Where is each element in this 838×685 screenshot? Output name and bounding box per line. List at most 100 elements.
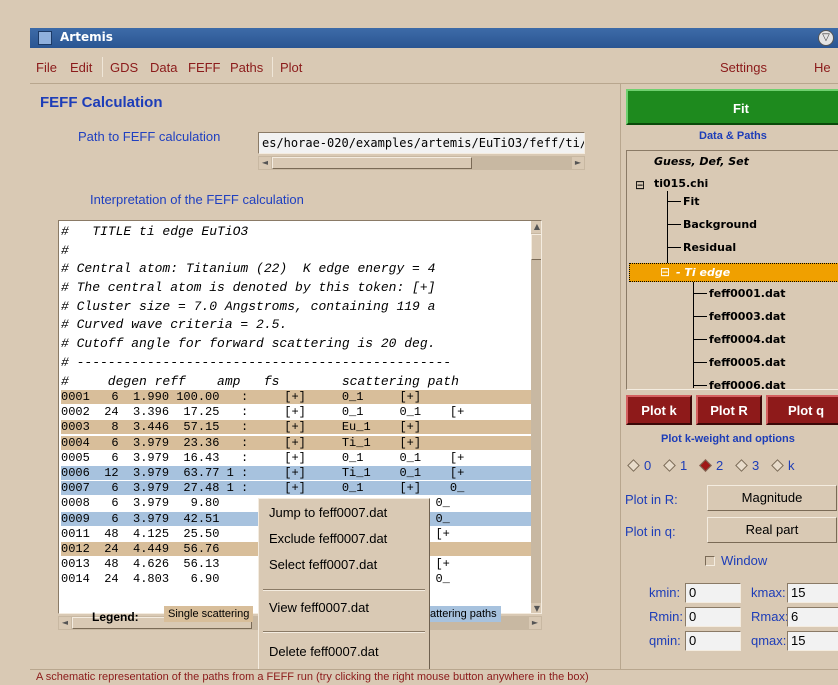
kweight-value: 3: [752, 458, 760, 473]
scrollbar-thumb[interactable]: [531, 234, 541, 260]
header-line: # --------------------------------------…: [61, 354, 452, 370]
qmax-field[interactable]: 15: [787, 631, 838, 651]
path-row[interactable]: 0006 12 3.979 63.77 1 : [+] Ti_1 0_1 [+: [61, 466, 531, 480]
interpretation-label: Interpretation of the FEFF calculation: [90, 192, 304, 207]
plot-in-q-value: Real part: [745, 522, 799, 537]
scroll-left-icon[interactable]: ◄: [59, 617, 71, 629]
path-row[interactable]: 0001 6 1.990 100.00 : [+] 0_1 [+]: [61, 390, 531, 404]
tree-item-fit[interactable]: Fit: [683, 195, 700, 208]
qmin-field[interactable]: 0: [685, 631, 741, 651]
menu-plot[interactable]: Plot: [280, 60, 302, 75]
plot-in-q-label: Plot in q:: [625, 524, 676, 539]
scroll-down-icon[interactable]: ▼: [531, 603, 541, 613]
menu-gds[interactable]: GDS: [110, 60, 138, 75]
kweight-radio-k[interactable]: k: [771, 458, 795, 473]
menu-item-delete[interactable]: Delete feff0007.dat: [269, 644, 379, 659]
plot-in-r-menu[interactable]: Magnitude: [707, 485, 837, 511]
scrollbar-thumb[interactable]: [272, 157, 472, 169]
menu-item-view[interactable]: View feff0007.dat: [269, 600, 369, 615]
window-title-bar[interactable]: Artemis ▽: [30, 28, 838, 48]
tree-item-residual[interactable]: Residual: [683, 241, 736, 254]
legend-single-scattering: Single scattering: [164, 606, 254, 622]
collapse-icon[interactable]: ⊟: [660, 265, 670, 279]
tree-line: [667, 224, 681, 225]
tree-item-feff-file[interactable]: feff0004.dat: [709, 333, 786, 346]
radio-diamond-icon: [663, 459, 676, 472]
menu-separator: [102, 57, 103, 77]
plot-in-r-label: Plot in R:: [625, 492, 678, 507]
menu-item-select[interactable]: Select feff0007.dat: [269, 557, 377, 572]
plot-q-button[interactable]: Plot q: [766, 395, 838, 425]
tree-item-feff-file[interactable]: feff0001.dat: [709, 287, 786, 300]
menu-bar: File Edit GDS Data FEFF Paths Plot Setti…: [30, 48, 838, 84]
header-line: # TITLE ti edge EuTiO3: [61, 224, 249, 239]
tree-item-background[interactable]: Background: [683, 218, 757, 231]
header-lines: # TITLE ti edge EuTiO3 # # Central atom: T…: [61, 223, 459, 391]
path-row[interactable]: 0002 24 3.396 17.25 : [+] 0_1 0_1 [+: [61, 405, 531, 420]
tree-item-feff-selected[interactable]: ⊟ - Ti edge: [629, 263, 838, 282]
scroll-up-icon[interactable]: ▲: [531, 221, 541, 233]
header-line: # Cluster size = 7.0 Angstroms, containi…: [61, 298, 436, 314]
tree-line: [667, 201, 681, 202]
collapse-icon[interactable]: ⊟: [635, 178, 645, 192]
tree-item-feff-file[interactable]: feff0005.dat: [709, 356, 786, 369]
plot-in-q-menu[interactable]: Real part: [707, 517, 837, 543]
window-checkbox[interactable]: Window: [705, 553, 767, 568]
fit-button[interactable]: Fit: [626, 89, 838, 125]
scroll-right-icon[interactable]: ►: [529, 617, 541, 629]
menu-item-jump[interactable]: Jump to feff0007.dat: [269, 505, 387, 520]
feff-node-label: Ti edge: [684, 266, 731, 279]
plot-k-button[interactable]: Plot k: [626, 395, 692, 425]
rmax-field[interactable]: 6: [787, 607, 838, 627]
tree-item-gds[interactable]: Guess, Def, Set: [654, 155, 749, 168]
menu-edit[interactable]: Edit: [70, 60, 92, 75]
plot-r-button[interactable]: Plot R: [696, 395, 762, 425]
tree-item-feff-file[interactable]: feff0006.dat: [709, 379, 786, 392]
kmin-field[interactable]: 0: [685, 583, 741, 603]
vertical-scrollbar[interactable]: ▲ ▼: [531, 221, 541, 613]
menu-settings[interactable]: Settings: [720, 60, 767, 75]
header-line: # Cutoff angle for forward scattering is…: [61, 336, 436, 352]
header-line: # degen reff amp fs scattering path: [61, 373, 459, 389]
kweight-value: k: [788, 458, 795, 473]
kweight-radio-0[interactable]: 0: [627, 458, 651, 473]
kmax-label: kmax:: [751, 585, 786, 600]
radio-diamond-icon: [627, 459, 640, 472]
menu-feff[interactable]: FEFF: [188, 60, 221, 75]
menu-item-exclude[interactable]: Exclude feff0007.dat: [269, 531, 387, 546]
window-title: Artemis: [60, 30, 113, 44]
menu-data[interactable]: Data: [150, 60, 177, 75]
legend-label: Legend:: [92, 610, 139, 624]
scroll-right-icon[interactable]: ►: [572, 157, 584, 169]
path-row[interactable]: 0005 6 3.979 16.43 : [+] 0_1 0_1 [+: [61, 450, 531, 465]
tree-line: [693, 282, 694, 388]
tree-item-data[interactable]: ti015.chi: [654, 177, 708, 190]
rmin-field[interactable]: 0: [685, 607, 741, 627]
path-row[interactable]: 0003 8 3.446 57.15 : [+] Eu_1 [+]: [61, 420, 531, 435]
path-scrollbar[interactable]: ◄ ►: [258, 156, 585, 170]
menu-file[interactable]: File: [36, 60, 57, 75]
window-label: Window: [721, 553, 768, 568]
tree-line: [667, 191, 668, 273]
radio-diamond-icon: [771, 459, 784, 472]
menu-help[interactable]: He: [814, 60, 831, 75]
kweight-radio-1[interactable]: 1: [663, 458, 687, 473]
feff-path-field[interactable]: es/horae-020/examples/artemis/EuTiO3/fef…: [258, 132, 585, 154]
tree-item-feff-file[interactable]: feff0003.dat: [709, 310, 786, 323]
data-paths-tree[interactable]: Guess, Def, Set ⊟ ti015.chi Fit Backgrou…: [626, 150, 838, 392]
path-row[interactable]: 0007 6 3.979 27.48 1 : [+] 0_1 [+] 0_: [61, 481, 531, 496]
kweight-radio-3[interactable]: 3: [735, 458, 760, 473]
header-line: #: [61, 242, 69, 258]
window-menu-icon[interactable]: ▽: [818, 30, 834, 46]
radio-diamond-icon: [735, 459, 748, 472]
kweight-radio-2[interactable]: 2: [699, 458, 723, 473]
checkbox-icon: [705, 556, 715, 566]
path-label: Path to FEFF calculation: [78, 129, 221, 144]
scroll-left-icon[interactable]: ◄: [259, 157, 271, 169]
tree-item-feff: - Ti edge: [676, 266, 731, 279]
tree-line: [693, 385, 707, 386]
kmax-field[interactable]: 15: [787, 583, 838, 603]
menu-paths[interactable]: Paths: [230, 60, 263, 75]
plot-in-r-value: Magnitude: [741, 490, 803, 505]
path-row[interactable]: 0004 6 3.979 23.36 : [+] Ti_1 [+]: [61, 435, 531, 450]
